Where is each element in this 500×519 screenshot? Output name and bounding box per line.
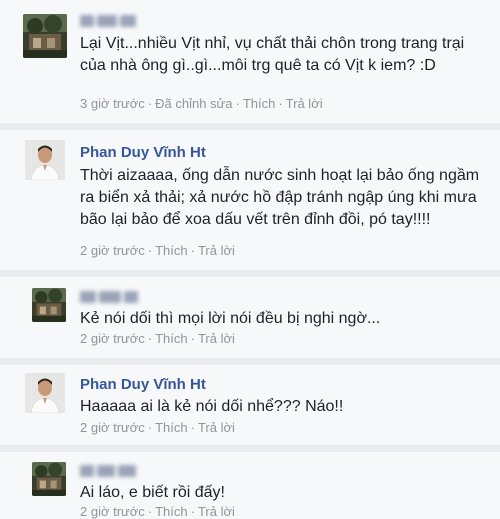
- comment-meta: 3 giờ trước · Đã chỉnh sửa · Thích · Trả lời: [80, 96, 323, 111]
- person-avatar-icon: [25, 140, 65, 180]
- edited-label[interactable]: Đã chỉnh sửa: [155, 96, 232, 111]
- reply-link[interactable]: Trả lời: [198, 331, 235, 346]
- comment-meta: 2 giờ trước · Thích · Trả lời: [80, 504, 235, 519]
- comment: Kẻ nói dối thì mọi lời nói đều bị nghi n…: [0, 277, 500, 358]
- comment: Lại Vịt...nhiều Vịt nhỉ, vụ chất thải ch…: [0, 0, 500, 123]
- reply-link[interactable]: Trả lời: [198, 420, 235, 435]
- comment-time[interactable]: 2 giờ trước: [80, 243, 145, 258]
- comment-time[interactable]: 3 giờ trước: [80, 96, 145, 111]
- like-link[interactable]: Thích: [155, 420, 188, 435]
- author-name-redacted[interactable]: [80, 288, 148, 306]
- comment: Phan Duy Vĩnh Ht Haaaaa ai là kẻ nói dối…: [0, 365, 500, 445]
- person-avatar-icon: [25, 373, 65, 413]
- comment-time[interactable]: 2 giờ trước: [80, 420, 145, 435]
- reply-link[interactable]: Trả lời: [198, 504, 235, 519]
- author-name-redacted[interactable]: [80, 462, 148, 480]
- comment: Ai láo, e biết rồi đấy! 2 giờ trước · Thíc…: [0, 452, 500, 519]
- landscape-avatar-icon: [32, 462, 66, 496]
- comment-meta: 2 giờ trước · Thích · Trả lời: [80, 420, 235, 435]
- author-name[interactable]: Phan Duy Vĩnh Ht: [80, 144, 206, 161]
- reply-link[interactable]: Trả lời: [198, 243, 235, 258]
- avatar[interactable]: [32, 462, 66, 496]
- comment-text: Thời aizaaaa, ống dẫn nước sinh hoạt lại…: [80, 167, 480, 228]
- like-link[interactable]: Thích: [155, 243, 188, 258]
- reply-link[interactable]: Trả lời: [286, 96, 323, 111]
- avatar[interactable]: [25, 140, 65, 180]
- comment-text: Kẻ nói dối thì mọi lời nói đều bị nghi n…: [80, 310, 381, 327]
- comment-time[interactable]: 2 giờ trước: [80, 504, 145, 519]
- comment-text: Lại Vịt...nhiều Vịt nhỉ, vụ chất thải ch…: [80, 35, 465, 74]
- like-link[interactable]: Thích: [243, 96, 276, 111]
- landscape-avatar-icon: [23, 14, 67, 58]
- comment-meta: 2 giờ trước · Thích · Trả lời: [80, 331, 235, 346]
- avatar[interactable]: [32, 288, 66, 322]
- comment-text: Ai láo, e biết rồi đấy!: [80, 484, 225, 501]
- comment-time[interactable]: 2 giờ trước: [80, 331, 145, 346]
- author-name-redacted[interactable]: [80, 12, 148, 30]
- like-link[interactable]: Thích: [155, 504, 188, 519]
- comment-text: Haaaaa ai là kẻ nói dối nhể??? Náo!!: [80, 398, 344, 415]
- comment-feed: Lại Vịt...nhiều Vịt nhỉ, vụ chất thải ch…: [0, 0, 500, 519]
- like-link[interactable]: Thích: [155, 331, 188, 346]
- avatar[interactable]: [25, 373, 65, 413]
- comment-meta: 2 giờ trước · Thích · Trả lời: [80, 243, 235, 258]
- avatar[interactable]: [23, 14, 67, 58]
- author-name[interactable]: Phan Duy Vĩnh Ht: [80, 376, 206, 393]
- landscape-avatar-icon: [32, 288, 66, 322]
- comment: Phan Duy Vĩnh Ht Thời aizaaaa, ống dẫn n…: [0, 130, 500, 270]
